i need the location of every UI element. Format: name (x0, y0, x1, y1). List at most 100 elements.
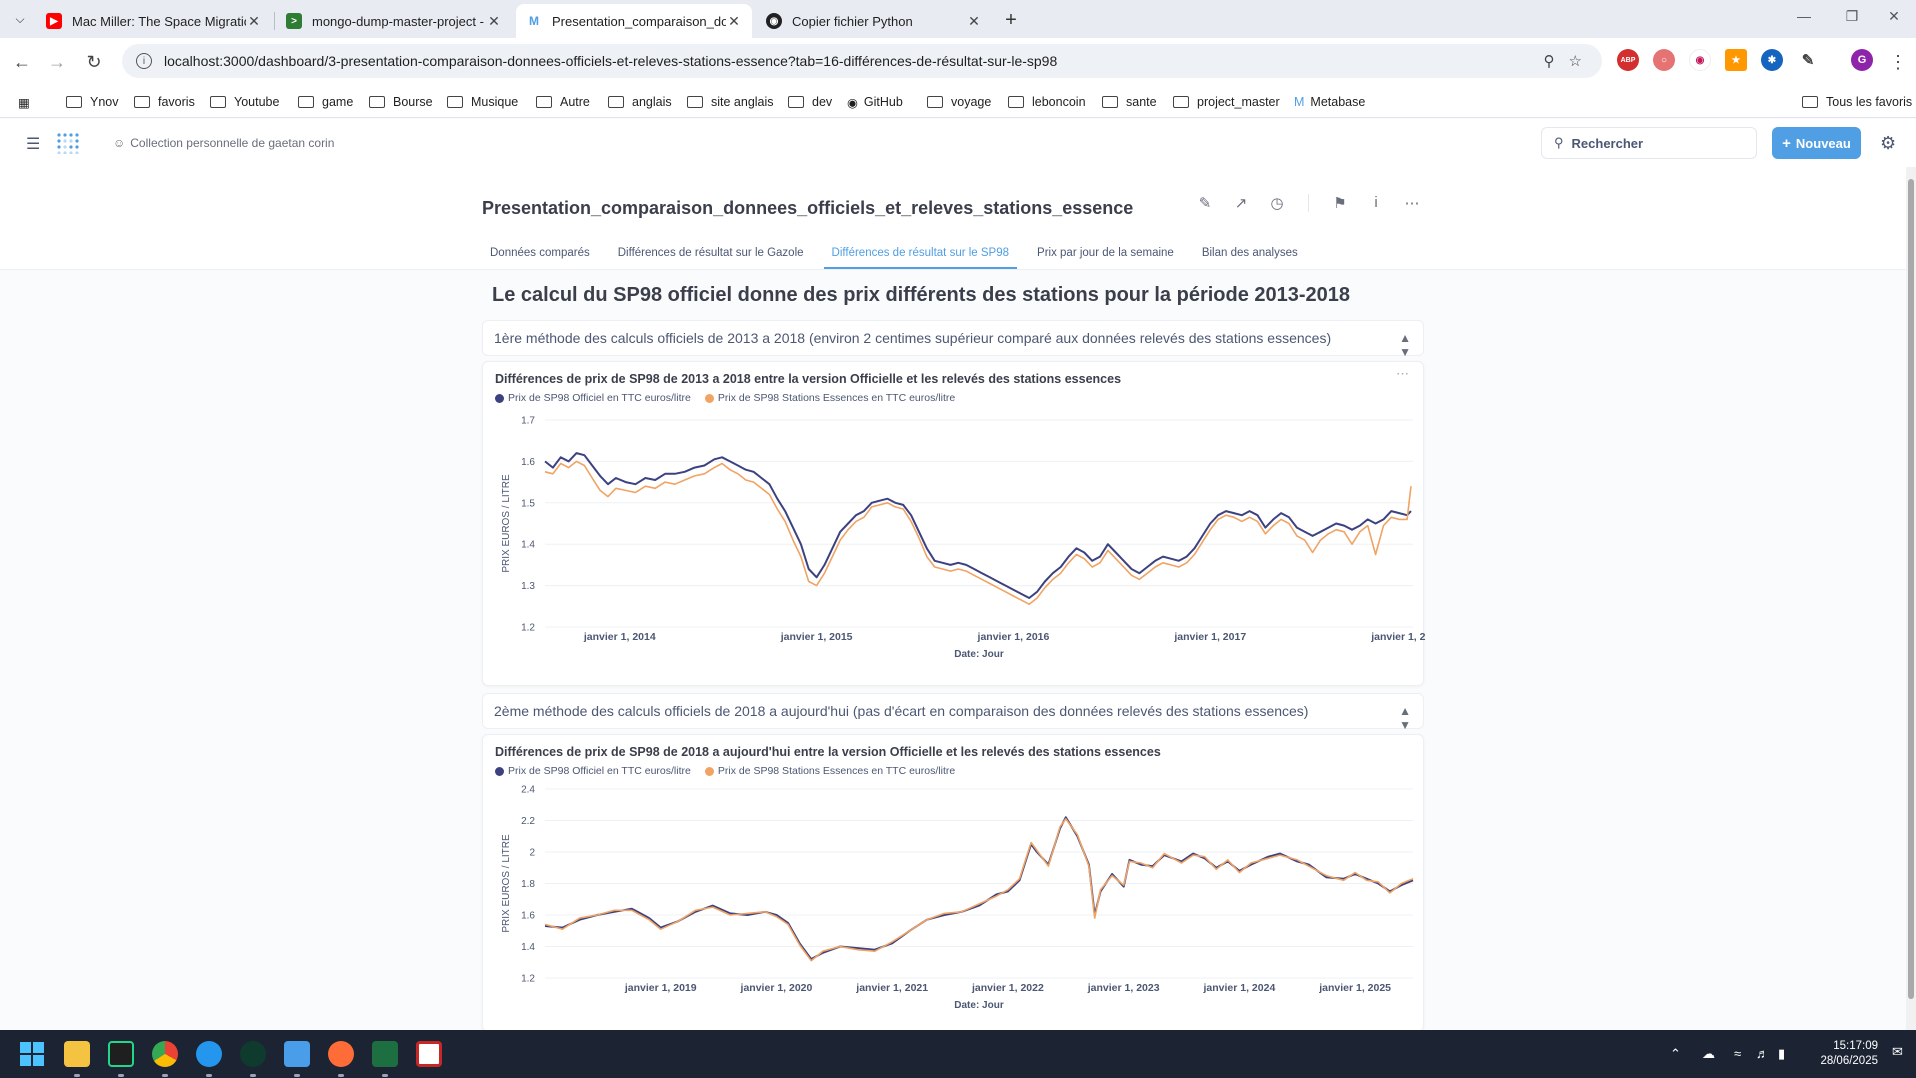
browser-tab-mongo[interactable]: > mongo-dump-master-project - ✕ (276, 4, 512, 38)
metabase-icon: M (1294, 95, 1305, 109)
metabase-logo-icon[interactable] (56, 132, 80, 154)
gear-icon[interactable]: ⚙ (1880, 133, 1896, 154)
onedrive-cloud-icon[interactable]: ☁ (1702, 1046, 1715, 1062)
page-scrollbar[interactable] (1906, 167, 1916, 1030)
tab-title: Mac Miller: The Space Migration (72, 13, 246, 29)
bookmark-icon[interactable]: ⚑ (1331, 194, 1349, 212)
bookmark-folder[interactable]: sante (1102, 92, 1157, 112)
bookmark-folder[interactable]: project_master (1173, 92, 1280, 112)
close-tab-icon[interactable]: ✕ (726, 13, 742, 30)
tab-bilan-analyses[interactable]: Bilan des analyses (1194, 247, 1306, 269)
file-explorer-icon[interactable] (64, 1041, 90, 1067)
sidebar-toggle-icon[interactable]: ☰ (26, 134, 42, 154)
extensions-puzzle-icon[interactable]: ✎ (1797, 49, 1819, 71)
drag-handle-icon[interactable]: ▲ ▼ (1399, 704, 1411, 732)
apps-grid-icon[interactable]: ▦ (18, 92, 30, 112)
notifications-icon[interactable]: ✉ (1892, 1044, 1903, 1060)
bookmark-github[interactable]: ◉ GitHub (847, 92, 903, 112)
info-icon[interactable]: i (1367, 194, 1385, 212)
bookmark-label: favoris (158, 95, 195, 109)
share-icon[interactable]: ↗ (1232, 194, 1250, 212)
back-icon[interactable]: ← (10, 50, 34, 74)
postman-icon[interactable] (328, 1041, 354, 1067)
chrome-icon[interactable] (152, 1041, 178, 1067)
bookmark-folder[interactable]: site anglais (687, 92, 774, 112)
extension-icon[interactable]: ○ (1653, 49, 1675, 71)
close-tab-icon[interactable]: ✕ (246, 13, 262, 30)
close-window-icon[interactable]: ✕ (1874, 8, 1914, 25)
adblock-extension-icon[interactable]: ABP (1617, 49, 1639, 71)
show-hidden-icons[interactable]: ⌃ (1670, 1046, 1681, 1062)
app-header: ☰ ☺ Collection personnelle de gaetan cor… (0, 119, 1916, 167)
tab-donnees-compares[interactable]: Données comparés (482, 247, 598, 269)
mongodb-icon[interactable] (240, 1041, 266, 1067)
wifi-icon[interactable]: ≈ (1734, 1046, 1741, 1061)
drag-handle-icon[interactable]: ▲ ▼ (1399, 331, 1411, 359)
browser-tab-youtube[interactable]: ▶ Mac Miller: The Space Migration ✕ (36, 4, 272, 38)
other-app-icon[interactable] (416, 1041, 442, 1067)
dashboard-title[interactable]: Presentation_comparaison_donnees_officie… (482, 198, 1133, 219)
bookmark-folder[interactable]: favoris (134, 92, 195, 112)
close-tab-icon[interactable]: ✕ (966, 13, 982, 30)
volume-icon[interactable]: ♬ (1756, 1046, 1769, 1061)
bookmark-folder[interactable]: Musique (447, 92, 518, 112)
history-clock-icon[interactable]: ◷ (1268, 194, 1286, 212)
bookmark-folder[interactable]: Ynov (66, 92, 119, 112)
all-bookmarks[interactable]: Tous les favoris (1802, 92, 1912, 112)
tab-prix-par-jour[interactable]: Prix par jour de la semaine (1029, 247, 1182, 269)
scrollbar-thumb[interactable] (1908, 179, 1914, 999)
bookmark-star-icon[interactable]: ☆ (1569, 52, 1582, 70)
battery-icon[interactable]: ▮ (1778, 1046, 1785, 1062)
docker-icon[interactable] (196, 1041, 222, 1067)
search-input[interactable]: ⚲ Rechercher (1541, 127, 1757, 159)
browser-tab-chatgpt[interactable]: ◉ Copier fichier Python ✕ (756, 4, 992, 38)
x-tick-label: janvier 1, 2025 (1318, 982, 1391, 994)
tab-search-dropdown-icon[interactable]: ⌵ (10, 9, 30, 29)
bookmark-folder[interactable]: Youtube (210, 92, 279, 112)
series-line-stations[interactable] (544, 818, 1414, 962)
reload-icon[interactable]: ↻ (82, 50, 106, 74)
bookmark-label: Youtube (234, 95, 280, 109)
x-tick-label: janvier 1, 2018 (1370, 631, 1425, 643)
bookmark-folder[interactable]: leboncoin (1008, 92, 1086, 112)
edit-pencil-icon[interactable]: ✎ (1196, 194, 1214, 212)
excel-icon[interactable] (372, 1041, 398, 1067)
star-extension-icon[interactable]: ★ (1725, 49, 1747, 71)
more-options-icon[interactable]: ⋯ (1403, 194, 1421, 212)
zoom-icon[interactable]: ⚲ (1544, 52, 1555, 70)
series-line-stations[interactable] (544, 460, 1412, 605)
cast-extension-icon[interactable]: ◉ (1689, 49, 1711, 71)
line-chart-2018-2025: 1.2 1.4 1.6 1.8 2 2.2 2.4 janvier 1, 2019 janvie… (501, 785, 1414, 1011)
windows-start-icon[interactable] (19, 1041, 45, 1067)
browser-menu-icon[interactable]: ⋮ (1886, 50, 1910, 74)
bookmark-folder[interactable]: dev (788, 92, 832, 112)
bookmark-folder[interactable]: game (298, 92, 353, 112)
tab-differences-sp98[interactable]: Différences de résultat sur le SP98 (823, 247, 1018, 269)
address-bar[interactable]: i localhost:3000/dashboard/3-presentatio… (122, 44, 1602, 78)
breadcrumb-collection[interactable]: ☺ Collection personnelle de gaetan corin (113, 136, 334, 150)
bookmark-folder[interactable]: Autre (536, 92, 590, 112)
forward-icon[interactable]: → (45, 50, 69, 74)
series-line-official[interactable] (544, 816, 1414, 961)
close-tab-icon[interactable]: ✕ (486, 13, 502, 30)
line-chart-2013-2018: 1.2 1.3 1.4 1.5 1.6 1.7 janvier 1, 2014 janvier… (501, 416, 1425, 661)
notepad-icon[interactable] (284, 1041, 310, 1067)
tab-differences-gazole[interactable]: Différences de résultat sur le Gazole (610, 247, 812, 269)
restore-icon[interactable]: ❐ (1832, 8, 1872, 25)
taskbar-clock[interactable]: 15:17:09 28/06/2025 (1808, 1039, 1878, 1069)
pycharm-icon[interactable] (108, 1041, 134, 1067)
bookmark-metabase[interactable]: M Metabase (1294, 92, 1365, 112)
minimize-icon[interactable]: — (1784, 8, 1824, 24)
profile-avatar[interactable]: G (1851, 49, 1873, 71)
vpn-extension-icon[interactable]: ✱ (1761, 49, 1783, 71)
site-info-icon[interactable]: i (136, 53, 152, 69)
series-line-official[interactable] (544, 452, 1412, 599)
url-text: localhost:3000/dashboard/3-presentation-… (164, 53, 1058, 69)
bookmark-folder[interactable]: Bourse (369, 92, 433, 112)
bookmark-folder[interactable]: anglais (608, 92, 672, 112)
bookmark-folder[interactable]: voyage (927, 92, 991, 112)
new-button[interactable]: + Nouveau (1772, 127, 1861, 159)
new-tab-button[interactable]: + (998, 8, 1024, 34)
divider (1308, 194, 1309, 212)
browser-tab-metabase[interactable]: M Presentation_comparaison_don ✕ (516, 4, 752, 38)
